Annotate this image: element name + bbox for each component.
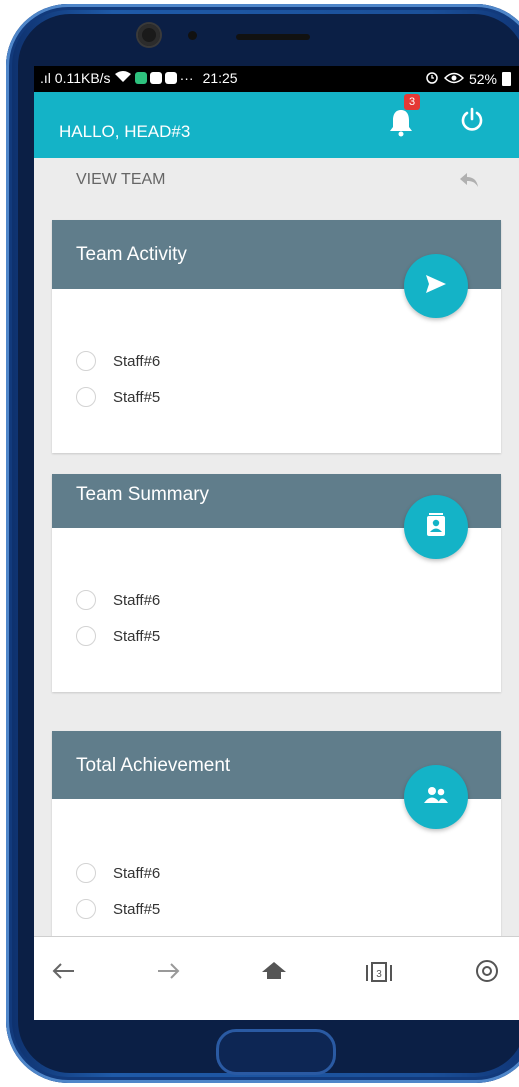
front-camera	[138, 24, 160, 46]
network-speed: .ıl 0.11KB/s	[40, 70, 111, 86]
bottom-nav-bar: 3	[34, 936, 519, 1020]
group-icon	[423, 786, 449, 809]
earpiece-speaker	[236, 34, 310, 40]
notification-badge: 3	[404, 94, 420, 110]
send-icon	[424, 273, 448, 300]
account-icon	[164, 72, 177, 84]
staff-name: Staff#6	[113, 352, 161, 370]
more-icon: ···	[179, 70, 194, 86]
battery-level: 52%	[468, 70, 497, 87]
staff-name: Staff#6	[113, 864, 161, 882]
radio-button[interactable]	[76, 351, 96, 371]
app-bar: HALLO, HEAD#3 3	[34, 92, 519, 158]
card-title: Team Activity	[76, 244, 187, 265]
home-icon[interactable]	[259, 957, 293, 985]
list-item[interactable]: Staff#5	[76, 897, 160, 921]
screen: .ıl 0.11KB/s ··· 21:25 52% HALLO, HEAD#3	[34, 66, 519, 1020]
list-item[interactable]: Staff#6	[76, 861, 160, 885]
radio-button[interactable]	[76, 899, 96, 919]
message-icon	[149, 72, 162, 84]
card-team-summary: Team Summary Staff#6 Staff#5	[52, 474, 501, 692]
staff-name: Staff#5	[113, 627, 161, 645]
settings-icon[interactable]	[472, 957, 506, 985]
card-team-activity: Team Activity Staff#6 Staff#5	[52, 220, 501, 453]
card-title: Total Achievement	[76, 755, 231, 776]
staff-name: Staff#5	[113, 388, 161, 406]
achievement-button[interactable]	[404, 765, 468, 829]
card-title: Team Summary	[76, 484, 210, 505]
radio-button[interactable]	[76, 590, 96, 610]
eye-icon	[443, 71, 465, 87]
page-title: VIEW TEAM	[76, 171, 166, 188]
status-bar: .ıl 0.11KB/s ··· 21:25 52%	[34, 66, 519, 92]
staff-name: Staff#6	[113, 591, 161, 609]
list-item[interactable]: Staff#5	[76, 624, 160, 648]
contact-card-icon	[426, 512, 446, 542]
app-title: HALLO, HEAD#3	[59, 122, 191, 141]
radio-button[interactable]	[76, 863, 96, 883]
reply-icon[interactable]	[458, 170, 480, 190]
battery-icon	[502, 71, 511, 86]
tab-count: 3	[376, 969, 382, 980]
power-icon[interactable]	[459, 107, 485, 133]
home-key[interactable]	[216, 1029, 336, 1075]
staff-name: Staff#5	[113, 900, 161, 918]
proximity-sensor	[188, 31, 197, 40]
send-button[interactable]	[404, 254, 468, 318]
list-item[interactable]: Staff#5	[76, 385, 160, 409]
alarm-icon	[425, 70, 439, 87]
status-time: 21:25	[202, 70, 238, 86]
back-arrow-icon[interactable]	[48, 957, 82, 985]
bell-icon[interactable]	[388, 107, 414, 137]
summary-button[interactable]	[404, 495, 468, 559]
list-item[interactable]: Staff#6	[76, 349, 160, 373]
app-notification-icon	[134, 72, 147, 84]
list-item[interactable]: Staff#6	[76, 588, 160, 612]
tabs-icon[interactable]: 3	[362, 957, 396, 985]
radio-button[interactable]	[76, 387, 96, 407]
forward-arrow-icon[interactable]	[154, 957, 188, 985]
radio-button[interactable]	[76, 626, 96, 646]
wifi-icon	[114, 70, 132, 86]
sub-header: VIEW TEAM	[34, 158, 519, 200]
